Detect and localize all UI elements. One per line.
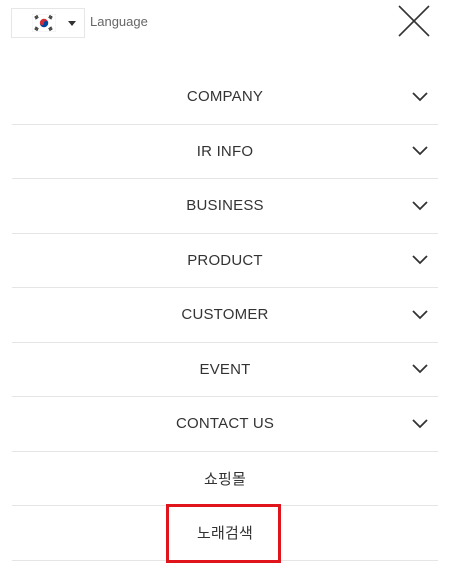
menu-item-label: BUSINESS: [186, 197, 264, 215]
chevron-down-icon[interactable]: [412, 419, 428, 429]
menu-item-ir-info[interactable]: IR INFO: [12, 125, 438, 179]
language-label: Language: [90, 14, 148, 29]
close-icon[interactable]: [396, 3, 432, 39]
menu-item-product[interactable]: PRODUCT: [12, 234, 438, 288]
menu-item-label: EVENT: [199, 360, 251, 378]
menu-item-event[interactable]: EVENT: [12, 343, 438, 397]
menu-item-contact-us[interactable]: CONTACT US: [12, 397, 438, 452]
chevron-down-icon[interactable]: [412, 310, 428, 320]
menu-item-label: 노래검색: [196, 525, 253, 543]
caret-down-icon: [68, 21, 76, 26]
menu-item-label: IR INFO: [196, 142, 254, 160]
menu-item-label: COMPANY: [186, 88, 264, 106]
language-selector[interactable]: [11, 8, 85, 38]
mobile-menu: COMPANY IR INFO BUSINESS PRODUCT CUSTOME…: [12, 70, 438, 561]
menu-item-label: CUSTOMER: [181, 306, 269, 324]
chevron-down-icon[interactable]: [412, 146, 428, 156]
menu-item-label: 쇼핑몰: [203, 470, 246, 488]
chevron-down-icon[interactable]: [412, 92, 428, 102]
chevron-down-icon[interactable]: [412, 364, 428, 374]
menu-item-label: CONTACT US: [175, 415, 275, 433]
menu-item-business[interactable]: BUSINESS: [12, 179, 438, 234]
chevron-down-icon[interactable]: [412, 255, 428, 265]
menu-item-shopping-mall[interactable]: 쇼핑몰: [12, 452, 438, 506]
korea-flag-icon: [32, 14, 56, 32]
menu-item-company[interactable]: COMPANY: [12, 70, 438, 125]
menu-item-customer[interactable]: CUSTOMER: [12, 288, 438, 343]
chevron-down-icon[interactable]: [412, 201, 428, 211]
menu-item-song-search[interactable]: 노래검색: [12, 506, 438, 561]
top-bar: Language: [0, 0, 450, 50]
menu-item-label: PRODUCT: [187, 251, 263, 269]
